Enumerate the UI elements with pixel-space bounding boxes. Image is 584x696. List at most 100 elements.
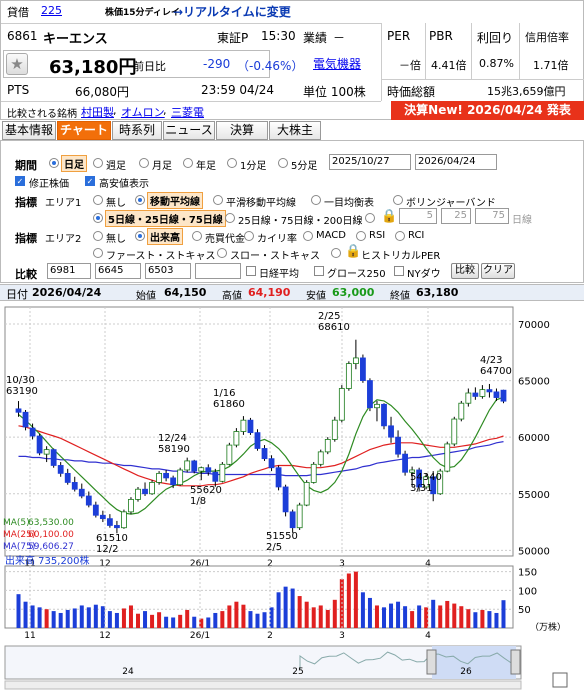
compare-item-1[interactable]: 村田製 (81, 104, 114, 120)
ma-custom-radio[interactable] (365, 213, 375, 223)
compare-code-2[interactable]: 6645 (95, 263, 141, 279)
ind2-rci-radio[interactable] (395, 231, 405, 241)
ind2-deviation[interactable]: カイリ率 (257, 230, 297, 245)
ind2-fast-stoch[interactable]: ファースト・ストキャス (106, 247, 216, 262)
ind2-volume[interactable]: 出来高 (147, 228, 183, 245)
ind2-fast-stoch-radio[interactable] (93, 248, 103, 258)
stock-chart[interactable]: 500005500060000650007000010/306319012/24… (0, 301, 584, 693)
period-daily-radio[interactable] (49, 158, 59, 168)
period-weekly-radio[interactable] (93, 158, 103, 168)
ma-set1[interactable]: 5日線・25日線・75日線 (105, 210, 226, 227)
ma-unit: 日線 (512, 215, 532, 226)
date-to-input[interactable]: 2026/04/24 (415, 154, 497, 170)
period-weekly[interactable]: 週足 (106, 157, 126, 172)
tab-shareholders[interactable]: 大株主 (269, 121, 321, 140)
ind1-ma-radio[interactable] (135, 195, 145, 205)
ind2-turnover-radio[interactable] (192, 231, 202, 241)
tab-timeseries[interactable]: 時系列 (112, 121, 162, 140)
ma-set2[interactable]: 25日線・75日線・200日線 (238, 212, 363, 227)
realtime-link[interactable]: →リアルタイムに変更 (173, 3, 291, 20)
navigator-left-handle (426, 649, 437, 675)
ind2-macd-radio[interactable] (303, 231, 313, 241)
candle-body (219, 463, 226, 482)
ind2-rsi-radio[interactable] (356, 231, 366, 241)
ma-set2-radio[interactable] (225, 213, 235, 223)
period-5min-radio[interactable] (278, 158, 288, 168)
tab-news[interactable]: ニュース (163, 121, 215, 140)
pts-price: 66,080円 (75, 85, 129, 99)
ind2-none[interactable]: 無し (106, 230, 126, 245)
annotation-line1: 12/24 (158, 433, 187, 444)
ind1-smoothed[interactable]: 平滑移動平均線 (226, 194, 296, 209)
ind1-bollinger-radio[interactable] (393, 195, 403, 205)
candle-body (381, 403, 387, 427)
ohlc-high-label: 高値 (222, 291, 242, 302)
ind2-rci[interactable]: RCI (408, 230, 424, 241)
candle-body (247, 419, 254, 434)
annotation-line2: 63190 (6, 386, 38, 397)
ind1-ichimoku[interactable]: 一目均衡表 (324, 194, 374, 209)
period-yearly-radio[interactable] (183, 158, 193, 168)
ind2-slow-stoch[interactable]: スロー・ストキャス (230, 247, 320, 262)
earnings-banner[interactable]: 決算New! 2026/04/24 発表 (391, 101, 584, 120)
candle-body (121, 511, 127, 529)
id-link[interactable]: 225 (41, 4, 62, 17)
ind2-deviation-radio[interactable] (244, 231, 254, 241)
volume-bar (227, 605, 232, 628)
candle-body (472, 392, 479, 397)
ma-input-1[interactable]: 5 (399, 208, 437, 224)
annotation-line2: 64700 (480, 366, 512, 377)
ind2-hist-per[interactable]: ヒストリカルPER (361, 247, 440, 262)
period-daily[interactable]: 日足 (61, 155, 87, 172)
compare-code-3[interactable]: 6503 (145, 263, 191, 279)
candle-body (338, 388, 345, 421)
chart-area[interactable]: 50000 55000 60000 65000 70000 10/30 63190 12/24… (0, 301, 584, 693)
nydow-checkbox[interactable] (394, 266, 404, 276)
nikkei-checkbox[interactable] (246, 266, 256, 276)
volume-bar (290, 588, 295, 628)
ind1-smoothed-radio[interactable] (213, 195, 223, 205)
ind2-rsi[interactable]: RSI (369, 230, 385, 241)
ma-input-3[interactable]: 75 (475, 208, 509, 224)
volume-bar (487, 611, 492, 628)
ind1-ichimoku-radio[interactable] (311, 195, 321, 205)
compare-button[interactable]: 比較 (451, 263, 479, 279)
period-yearly[interactable]: 年足 (196, 157, 216, 172)
tab-basic[interactable]: 基本情報 (2, 121, 56, 140)
tab-chart[interactable]: チャート (57, 121, 111, 140)
ind2-turnover[interactable]: 売買代金 (205, 230, 245, 245)
tab-earnings[interactable]: 決算 (216, 121, 268, 140)
high-low-checkbox[interactable]: ✓ (85, 176, 95, 186)
industry-link[interactable]: 電気機器 (313, 55, 361, 72)
period-monthly[interactable]: 月足 (152, 157, 172, 172)
ind1-none-radio[interactable] (93, 195, 103, 205)
compare-code-4[interactable] (195, 263, 241, 279)
area1-label: エリア1 (45, 198, 82, 209)
clear-button[interactable]: クリア (481, 263, 515, 279)
ind2-volume-radio[interactable] (135, 231, 145, 241)
ma-set1-radio[interactable] (93, 213, 103, 223)
candle-body (43, 449, 50, 455)
ind2-macd[interactable]: MACD (316, 230, 346, 241)
period-5min[interactable]: 5分足 (291, 157, 317, 172)
ind1-bollinger[interactable]: ボリンジャーバンド (406, 194, 496, 209)
compare-item-2[interactable]: オムロン (121, 104, 165, 120)
price-change-pct: （-0.46%） (237, 59, 304, 73)
ind2-none-radio[interactable] (93, 231, 103, 241)
growth250-checkbox[interactable] (314, 266, 324, 276)
date-from-input[interactable]: 2025/10/27 (329, 154, 411, 170)
favorite-star-icon[interactable]: ★ (6, 53, 28, 75)
period-1min[interactable]: 1分足 (240, 157, 266, 172)
adjusted-price-checkbox[interactable]: ✓ (15, 176, 25, 186)
ohlc-open-label: 始値 (136, 291, 156, 302)
period-1min-radio[interactable] (227, 158, 237, 168)
ind1-ma[interactable]: 移動平均線 (147, 192, 203, 209)
indicator1-label: 指標 (15, 196, 37, 209)
compare-code-1[interactable]: 6981 (47, 263, 91, 279)
ma-input-2[interactable]: 25 (441, 208, 471, 224)
period-monthly-radio[interactable] (139, 158, 149, 168)
compare-item-3[interactable]: 三菱電 (171, 104, 204, 120)
ind2-slow-stoch-radio[interactable] (217, 248, 227, 258)
ind1-none[interactable]: 無し (106, 194, 126, 209)
ind2-hist-per-radio[interactable] (331, 248, 341, 258)
